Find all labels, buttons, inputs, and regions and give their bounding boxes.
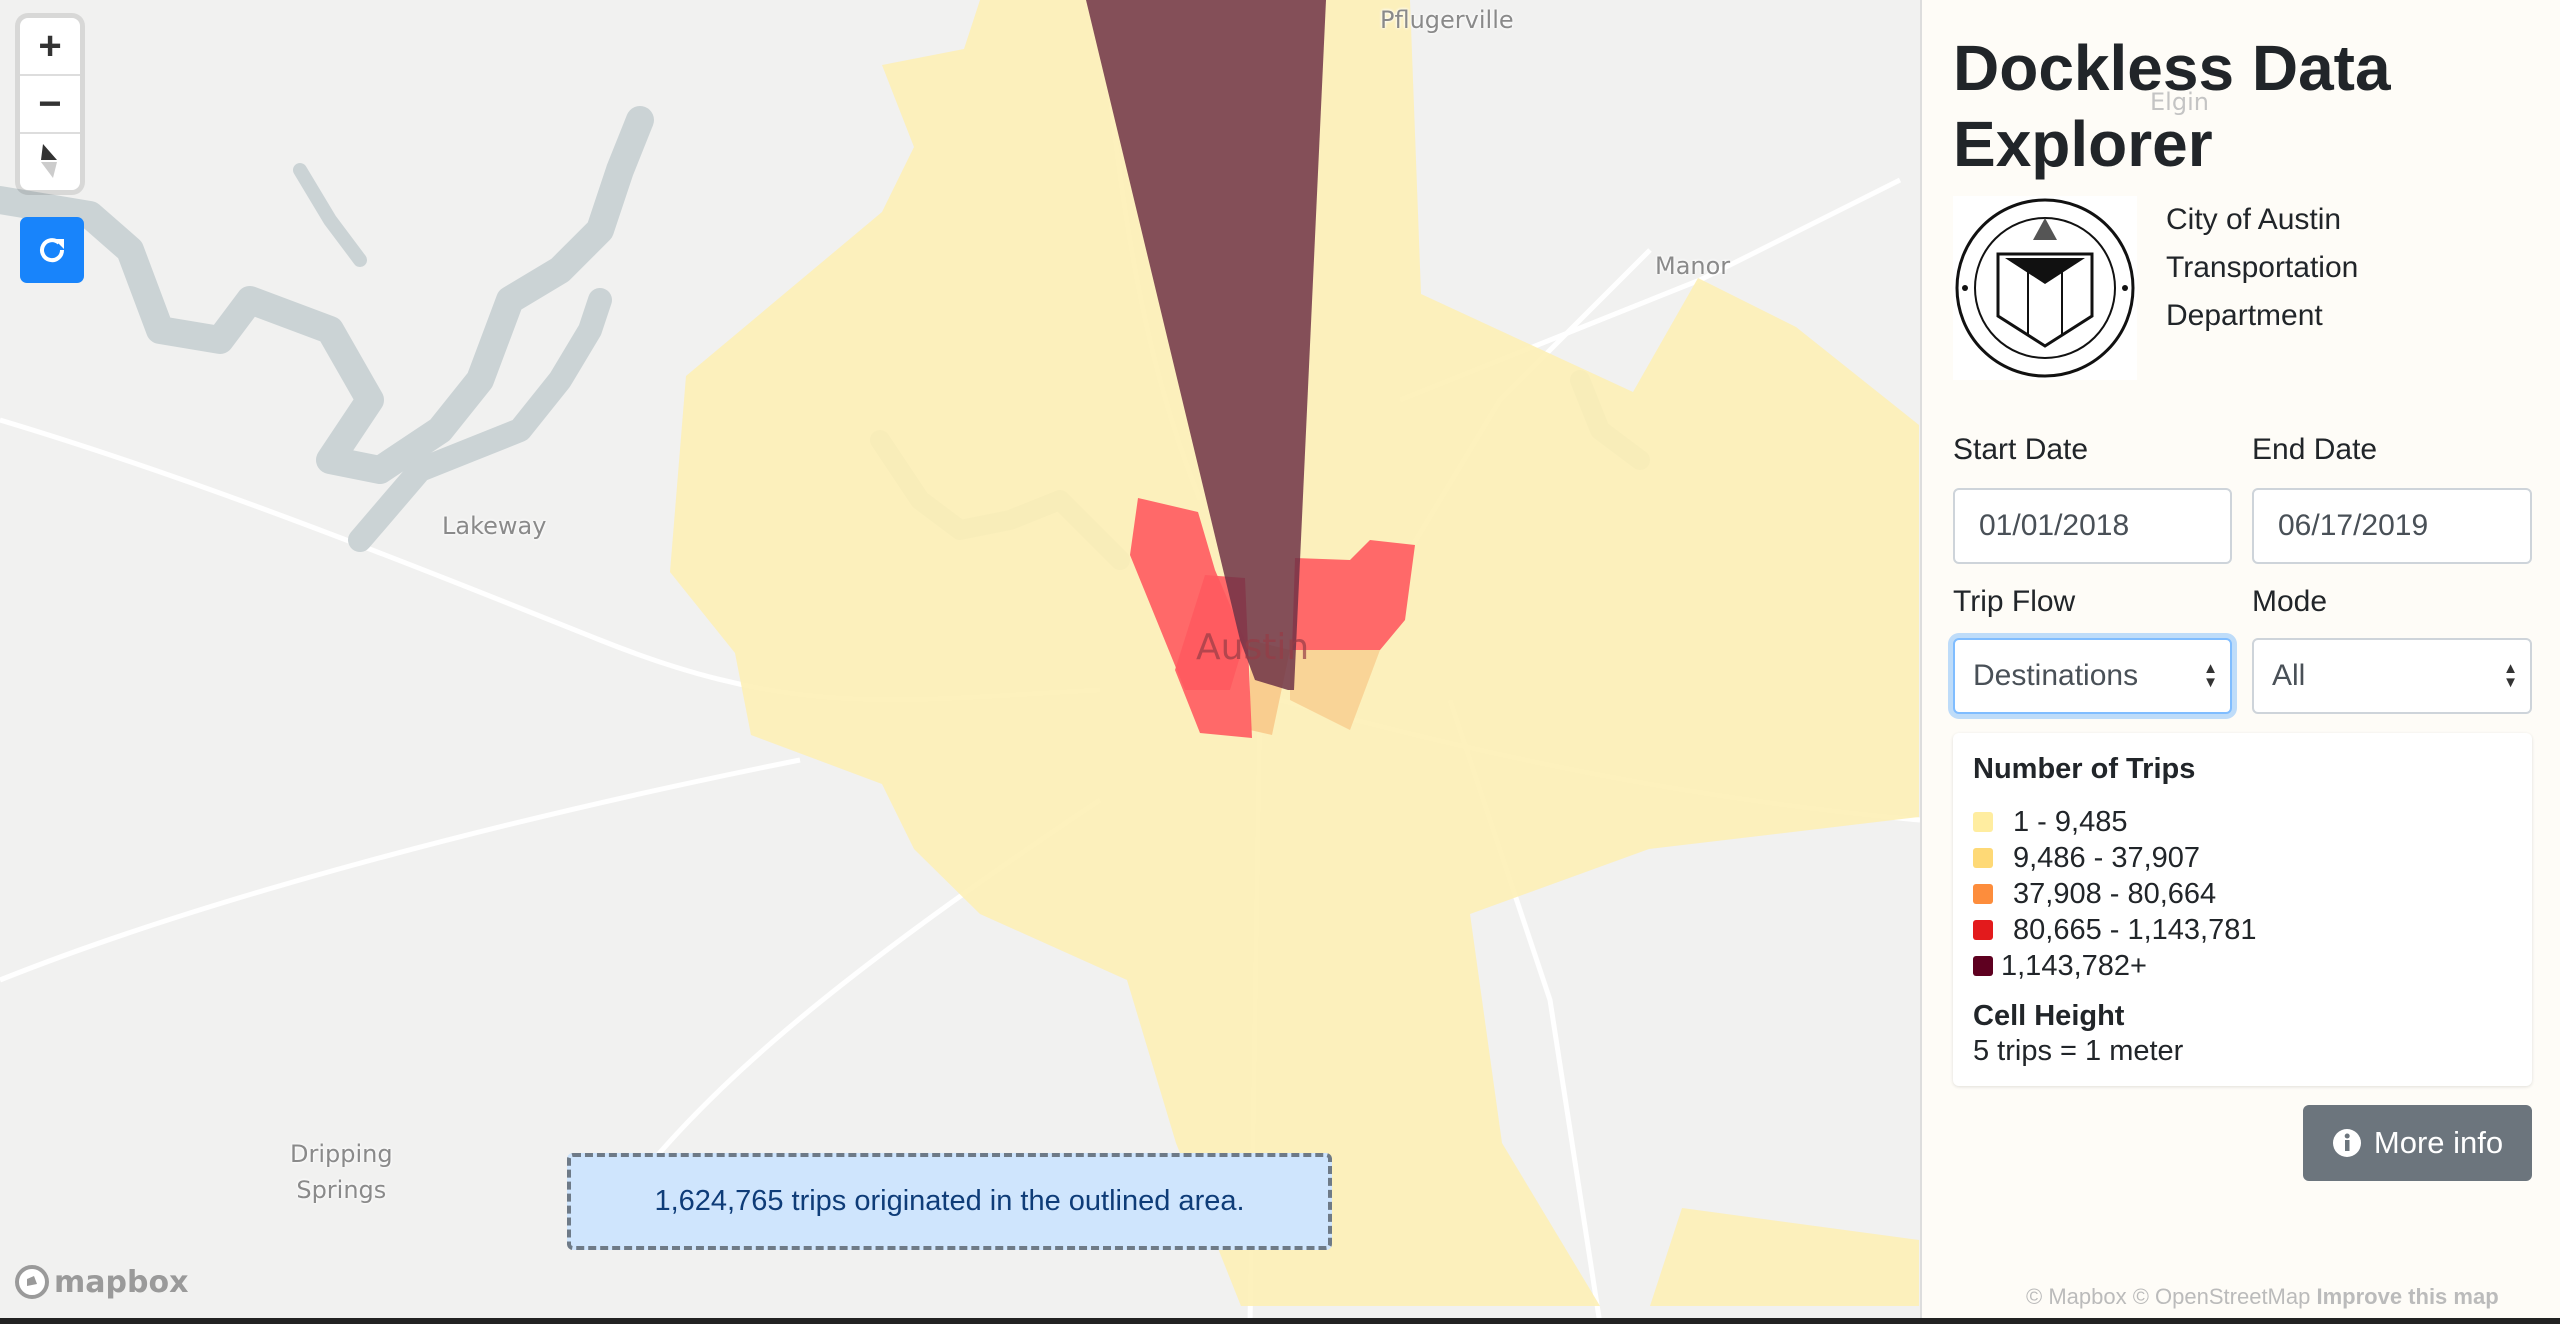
mapbox-logo[interactable]: mapbox <box>14 1264 188 1300</box>
refresh-icon <box>40 238 65 263</box>
start-date-label: Start Date <box>1953 433 2089 466</box>
end-date-input[interactable]: 06/17/2019 <box>2252 488 2532 564</box>
zoom-out-button[interactable]: − <box>20 76 80 134</box>
department-name: City of Austin Transportation Department <box>2166 196 2358 340</box>
refresh-button[interactable] <box>20 217 84 283</box>
city-seal-logo <box>1953 196 2137 380</box>
select-arrows-icon: ▲ ▼ <box>2203 660 2218 691</box>
legend-item: 1,143,782+ <box>1973 948 2512 984</box>
place-label: Austin <box>1196 627 1310 668</box>
attribution-mapbox-link[interactable]: © Mapbox <box>2026 1284 2127 1309</box>
trip-count-info: 1,624,765 trips originated in the outlin… <box>567 1153 1332 1250</box>
legend-swatch <box>1973 812 1993 832</box>
legend-swatch <box>1973 956 1993 976</box>
legend-label: 9,486 - 37,907 <box>2013 841 2201 874</box>
more-info-button[interactable]: More info <box>2303 1105 2532 1181</box>
zoom-in-button[interactable]: + <box>20 18 80 76</box>
start-date-value: 01/01/2018 <box>1979 509 2130 542</box>
place-label: Manor <box>1655 252 1731 280</box>
place-label: Elgin <box>2150 88 2209 116</box>
legend-swatch <box>1973 884 1993 904</box>
select-arrows-icon: ▲ ▼ <box>2503 660 2518 691</box>
attribution-osm-link[interactable]: © OpenStreetMap <box>2133 1284 2311 1309</box>
window-bottom-edge <box>0 1318 2560 1324</box>
place-label: Pflugerville <box>1380 6 1514 34</box>
mode-select[interactable]: All ▲ ▼ <box>2252 638 2532 714</box>
legend-item: 9,486 - 37,907 <box>1973 840 2512 876</box>
place-label-line: Dripping <box>290 1140 393 1168</box>
legend-title: Number of Trips <box>1973 753 2196 785</box>
mapbox-logo-text: mapbox <box>54 1264 189 1300</box>
place-label: Dripping Springs <box>290 1136 393 1208</box>
place-label-line: Springs <box>296 1176 387 1204</box>
mode-value: All <box>2272 659 2306 692</box>
legend-label: 1,143,782+ <box>2001 949 2147 982</box>
map-attribution: © Mapbox © OpenStreetMap Improve this ma… <box>2026 1284 2499 1310</box>
legend-item: 80,665 - 1,143,781 <box>1973 912 2512 948</box>
sidebar: Dockless Data Explorer City of Austin Tr… <box>1920 0 2560 1318</box>
start-date-input[interactable]: 01/01/2018 <box>1953 488 2232 564</box>
legend-item: 37,908 - 80,664 <box>1973 876 2512 912</box>
end-date-value: 06/17/2019 <box>2278 509 2429 542</box>
map-navigation-control: + − <box>20 18 80 190</box>
mapbox-logo-icon <box>15 1265 49 1299</box>
trip-count-text: 1,624,765 trips originated in the outlin… <box>654 1185 1245 1217</box>
legend-label: 80,665 - 1,143,781 <box>2013 913 2257 946</box>
info-icon <box>2332 1129 2361 1157</box>
legend: Number of Trips 1 - 9,485 9,486 - 37,907 3… <box>1953 733 2532 1086</box>
trip-flow-label: Trip Flow <box>1953 585 2076 618</box>
legend-label: 37,908 - 80,664 <box>2013 877 2217 910</box>
compass-icon <box>41 144 57 178</box>
legend-swatch <box>1973 920 1993 940</box>
cell-height-title: Cell Height <box>1973 1000 2125 1032</box>
trip-flow-value: Destinations <box>1973 659 2139 692</box>
department-line: Department <box>2166 299 2323 332</box>
trip-flow-select[interactable]: Destinations ▲ ▼ <box>1953 638 2232 714</box>
compass-button[interactable] <box>20 134 80 190</box>
place-label: Lakeway <box>442 512 547 540</box>
department-line: City of Austin <box>2166 203 2342 236</box>
mode-label: Mode <box>2252 585 2328 618</box>
cell-height-value: 5 trips = 1 meter <box>1973 1035 2184 1067</box>
end-date-label: End Date <box>2252 433 2378 466</box>
more-info-label: More info <box>2373 1125 2504 1160</box>
legend-label: 1 - 9,485 <box>2013 805 2128 838</box>
legend-item: 1 - 9,485 <box>1973 804 2512 840</box>
improve-map-link[interactable]: Improve this map <box>2316 1284 2498 1309</box>
legend-swatch <box>1973 848 1993 868</box>
department-line: Transportation <box>2166 251 2359 284</box>
